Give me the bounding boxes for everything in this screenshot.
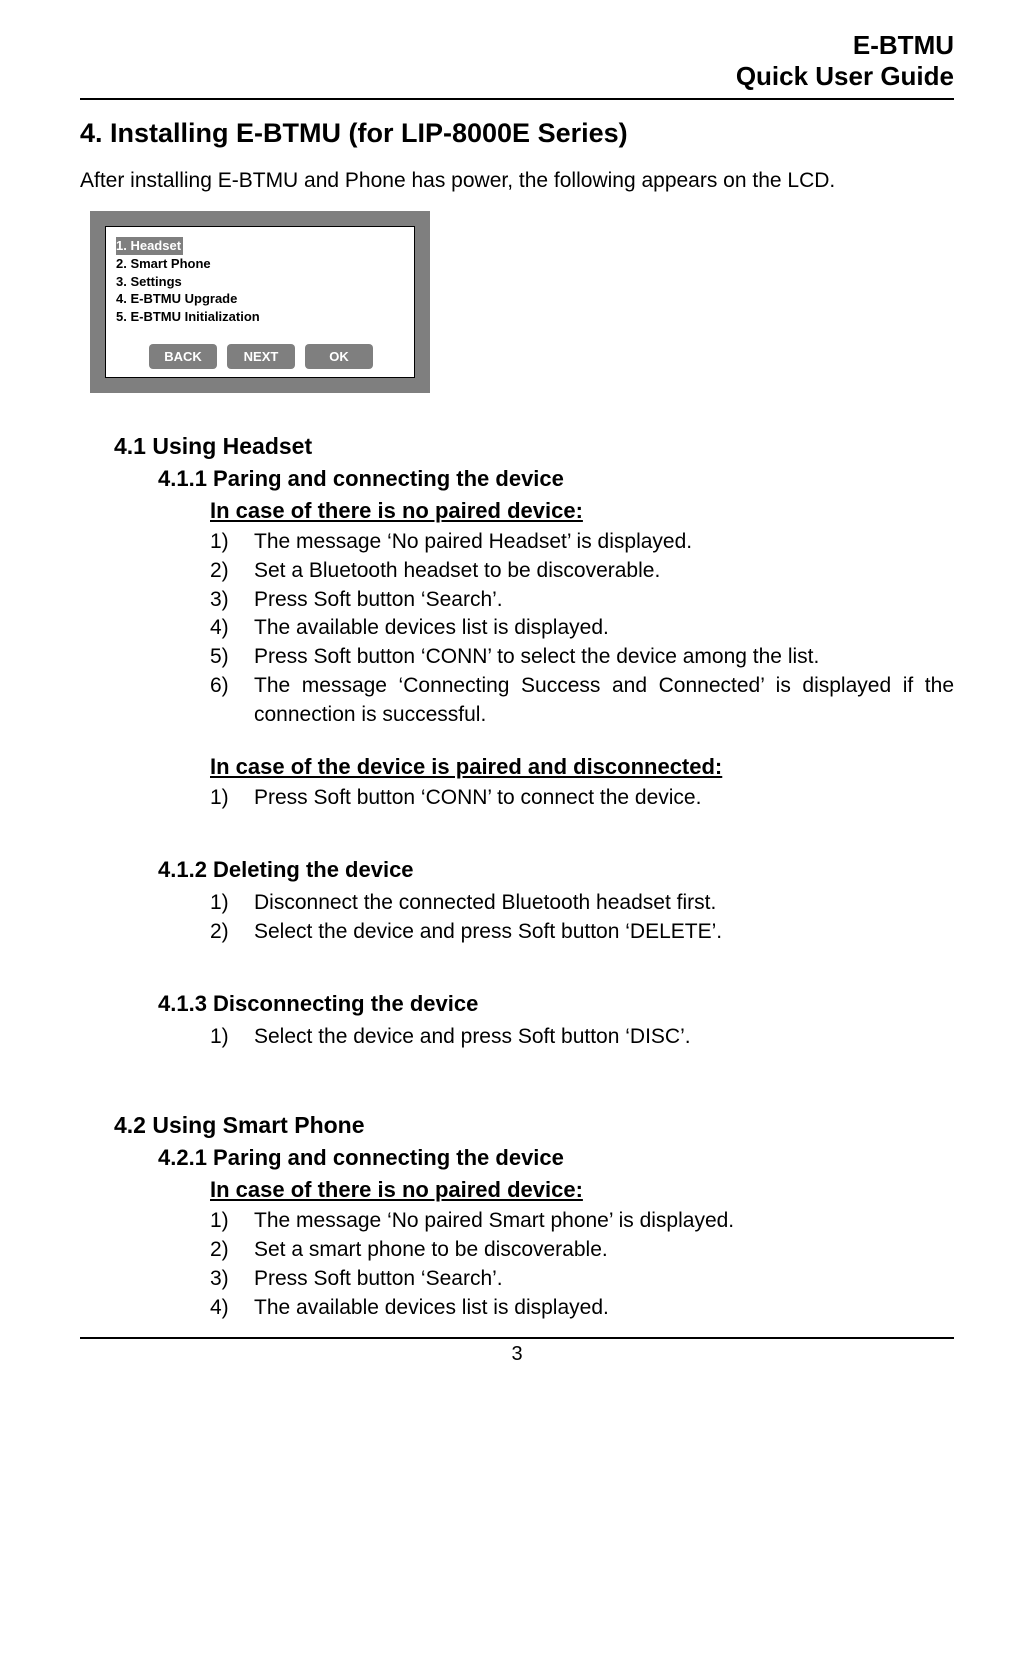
section-4-2-title: 4.2 Using Smart Phone — [114, 1112, 954, 1139]
step-num: 1) — [210, 784, 254, 813]
lcd-menu-2: 2. Smart Phone — [116, 255, 406, 273]
step-text: Press Soft button ‘CONN’ to connect the … — [254, 784, 954, 813]
section-4-1-1-title: 4.1.1 Paring and connecting the device — [158, 466, 954, 492]
step-text: Disconnect the connected Bluetooth heads… — [254, 889, 954, 918]
step-num: 4) — [210, 614, 254, 643]
steps-4-1-1-a: 1)The message ‘No paired Headset’ is dis… — [210, 528, 954, 731]
step-text: Press Soft button ‘CONN’ to select the d… — [254, 643, 954, 672]
step-text: Select the device and press Soft button … — [254, 918, 954, 947]
lcd-menu-5: 5. E-BTMU Initialization — [116, 308, 406, 326]
lcd-menu-4: 4. E-BTMU Upgrade — [116, 290, 406, 308]
step-text: The available devices list is displayed. — [254, 614, 954, 643]
step-text: Set a Bluetooth headset to be discoverab… — [254, 557, 954, 586]
lcd-frame: 1. Headset 2. Smart Phone 3. Settings 4.… — [90, 211, 430, 392]
steps-4-2-1-a: 1)The message ‘No paired Smart phone’ is… — [210, 1207, 954, 1323]
step-text: Press Soft button ‘Search’. — [254, 586, 954, 615]
step-text: Select the device and press Soft button … — [254, 1023, 954, 1052]
step-num: 1) — [210, 889, 254, 918]
steps-4-1-1-b: 1)Press Soft button ‘CONN’ to connect th… — [210, 784, 954, 813]
page-number: 3 — [80, 1339, 954, 1366]
step-text: The message ‘Connecting Success and Conn… — [254, 672, 954, 730]
lcd-ok-button: OK — [305, 344, 373, 369]
step-text: Press Soft button ‘Search’. — [254, 1265, 954, 1294]
step-num: 1) — [210, 1207, 254, 1236]
step-num: 5) — [210, 643, 254, 672]
step-num: 3) — [210, 586, 254, 615]
step-num: 1) — [210, 528, 254, 557]
case-paired-disconnected-heading: In case of the device is paired and disc… — [210, 754, 954, 780]
lcd-menu-3: 3. Settings — [116, 273, 406, 291]
lcd-back-button: BACK — [149, 344, 217, 369]
page-header: E-BTMU Quick User Guide — [80, 30, 954, 100]
steps-4-1-2: 1)Disconnect the connected Bluetooth hea… — [210, 889, 954, 947]
lcd-button-row: BACK NEXT OK — [116, 344, 406, 369]
step-num: 2) — [210, 1236, 254, 1265]
step-num: 6) — [210, 672, 254, 730]
section-4-1-3-title: 4.1.3 Disconnecting the device — [158, 991, 954, 1017]
section-4-intro: After installing E-BTMU and Phone has po… — [80, 169, 954, 193]
step-num: 1) — [210, 1023, 254, 1052]
section-4-2-1-title: 4.2.1 Paring and connecting the device — [158, 1145, 954, 1171]
section-4-title: 4. Installing E-BTMU (for LIP-8000E Seri… — [80, 118, 954, 149]
step-text: The available devices list is displayed. — [254, 1294, 954, 1323]
lcd-screen: 1. Headset 2. Smart Phone 3. Settings 4.… — [105, 226, 415, 377]
step-num: 2) — [210, 918, 254, 947]
steps-4-1-3: 1)Select the device and press Soft butto… — [210, 1023, 954, 1052]
step-num: 2) — [210, 557, 254, 586]
lcd-menu-1-selected: 1. Headset — [116, 237, 183, 255]
header-title-2: Quick User Guide — [80, 61, 954, 92]
lcd-next-button: NEXT — [227, 344, 295, 369]
case-no-paired-sp-heading: In case of there is no paired device: — [210, 1177, 954, 1203]
step-text: The message ‘No paired Headset’ is displ… — [254, 528, 954, 557]
section-4-1-title: 4.1 Using Headset — [114, 433, 954, 460]
header-title-1: E-BTMU — [80, 30, 954, 61]
case-no-paired-heading: In case of there is no paired device: — [210, 498, 954, 524]
step-num: 4) — [210, 1294, 254, 1323]
step-text: Set a smart phone to be discoverable. — [254, 1236, 954, 1265]
section-4-1-2-title: 4.1.2 Deleting the device — [158, 857, 954, 883]
step-text: The message ‘No paired Smart phone’ is d… — [254, 1207, 954, 1236]
step-num: 3) — [210, 1265, 254, 1294]
